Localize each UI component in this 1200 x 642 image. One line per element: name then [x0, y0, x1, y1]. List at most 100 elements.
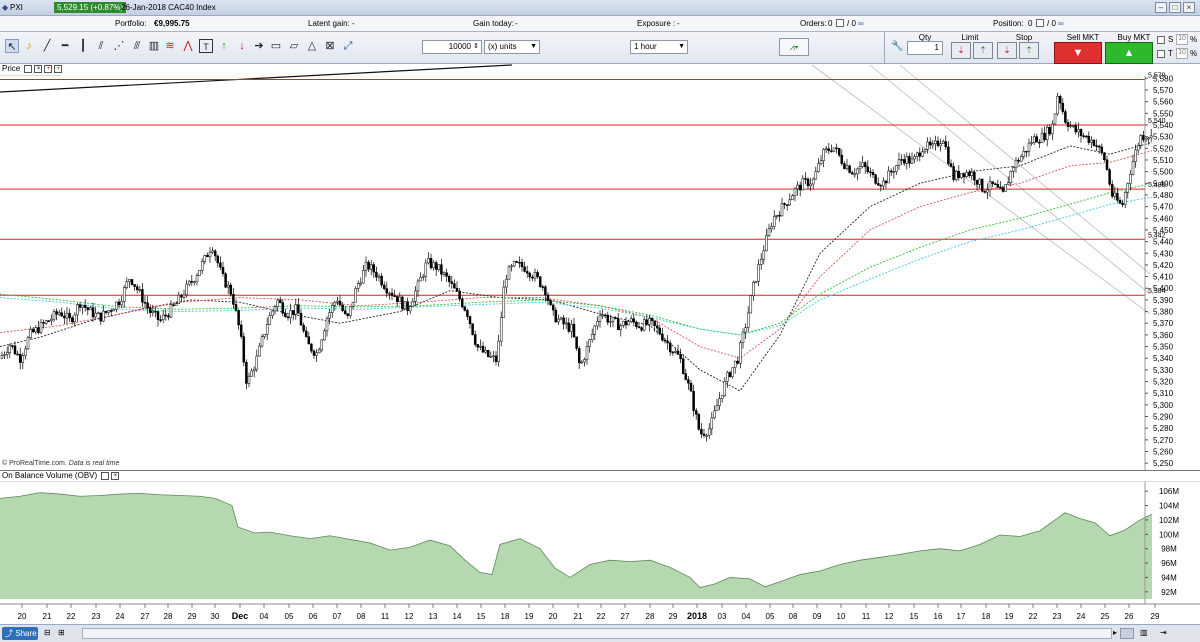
position-list-icon[interactable]: [1036, 19, 1044, 27]
candle-down: [284, 313, 287, 318]
arrow-down-icon[interactable]: ↓: [235, 39, 249, 53]
fan-tool-icon[interactable]: ⋰: [112, 39, 126, 53]
parallel-tool-icon[interactable]: ⫻: [130, 39, 144, 53]
triangle-tool-icon[interactable]: △: [305, 39, 319, 53]
candle-down: [525, 271, 529, 274]
time-tick-label: 23: [92, 612, 101, 621]
cursor-tool-icon[interactable]: ↖: [5, 39, 19, 53]
limit-buy-button[interactable]: ⇡: [973, 42, 993, 59]
fit-icon[interactable]: ▥: [1140, 628, 1148, 637]
horizontal-line-icon[interactable]: ━: [58, 39, 72, 53]
time-tick-label: 26: [1125, 612, 1134, 621]
candle-up: [648, 317, 651, 325]
candle-down: [242, 336, 246, 363]
timeframe-select[interactable]: 1 hour ▼: [630, 40, 688, 54]
arrow-up-icon[interactable]: ↑: [217, 39, 231, 53]
candle-up: [934, 140, 937, 145]
candle-up: [330, 305, 334, 313]
channel-tool-icon[interactable]: ⫽: [94, 39, 108, 53]
candle-down: [700, 429, 703, 435]
stop-sell-button[interactable]: ⇣: [997, 42, 1017, 59]
share-button[interactable]: ⤴ Share: [2, 627, 38, 640]
panel-settings-icon[interactable]: +: [44, 64, 53, 73]
candle-down: [1092, 139, 1096, 146]
candle-up: [1129, 173, 1132, 184]
price-tick-label: 5,360: [1153, 331, 1174, 340]
candle-down: [286, 316, 290, 319]
candle-down: [156, 311, 160, 320]
panel-restore-icon[interactable]: [24, 64, 33, 73]
position-link-icon[interactable]: ∞: [1058, 19, 1064, 28]
spinner-icon[interactable]: ⇕: [473, 41, 479, 53]
candle-down: [614, 317, 617, 320]
alert-bell-icon[interactable]: ♪: [22, 39, 36, 53]
time-tick-label: 2018: [687, 611, 707, 621]
candle-down: [450, 281, 454, 284]
latent-gain-value: -: [352, 19, 355, 28]
candle-up: [24, 348, 27, 356]
wrench-icon[interactable]: 🔧: [891, 41, 903, 52]
s-percent-input[interactable]: 10: [1176, 34, 1188, 45]
fib-fan-icon[interactable]: ⋀: [181, 39, 195, 53]
candle-down: [385, 288, 389, 294]
buy-market-button[interactable]: ▲: [1105, 42, 1153, 64]
vertical-line-icon[interactable]: ┃: [76, 39, 90, 53]
candle-up: [76, 304, 79, 316]
extend-line-icon[interactable]: ⤢: [341, 39, 355, 53]
candle-down: [947, 146, 950, 164]
maximize-button[interactable]: □: [1169, 2, 1181, 13]
zoom-in-icon[interactable]: ⊞: [58, 628, 65, 637]
zoom-tool-icon[interactable]: ⊠: [323, 39, 337, 53]
scroll-thumb[interactable]: [1120, 628, 1134, 639]
close-button[interactable]: ×: [1183, 2, 1195, 13]
candle-up: [1131, 161, 1135, 175]
price-chart[interactable]: 5,5795,5405,4855,4425,394 5,5805,5705,56…: [0, 64, 1200, 624]
limit-sell-button[interactable]: ⇣: [951, 42, 971, 59]
scroll-end-icon[interactable]: ⇥: [1160, 628, 1167, 637]
line-tool-icon[interactable]: ╱: [40, 39, 54, 53]
candle-up: [921, 151, 924, 157]
obv-restore-icon[interactable]: [101, 471, 110, 480]
minimize-button[interactable]: ‒: [1155, 2, 1167, 13]
delete-icon[interactable]: ▥: [147, 39, 161, 53]
orders-list-icon[interactable]: [836, 19, 844, 27]
s-checkbox[interactable]: [1157, 36, 1165, 44]
candle-up: [427, 258, 430, 264]
candle-down: [973, 171, 976, 181]
candle-down: [1035, 136, 1039, 143]
chart-area[interactable]: 5,579 5,540 5,485 5,442 5,394 5,580 5,570 5,56…: [0, 64, 1200, 624]
candle-up: [44, 320, 48, 324]
obv-close-icon[interactable]: ×: [111, 471, 120, 480]
time-scrollbar[interactable]: [82, 628, 1112, 639]
candle-down: [577, 348, 581, 364]
candle-up: [887, 170, 890, 184]
sell-market-button[interactable]: ▼: [1054, 42, 1102, 64]
time-tick-label: 17: [957, 612, 966, 621]
text-tool-icon[interactable]: T: [199, 39, 213, 53]
panel-add-icon[interactable]: +: [54, 64, 63, 73]
qty-input[interactable]: 1: [907, 41, 943, 55]
panel-close-icon[interactable]: ×: [34, 64, 43, 73]
candle-down: [291, 310, 295, 315]
candle-down: [486, 350, 490, 357]
chart-type-icon[interactable]: ⩘▾: [779, 38, 809, 56]
quantity-input[interactable]: 10000 ⇕: [422, 40, 482, 54]
chevron-down-icon: ▼: [678, 43, 685, 50]
candle-up: [559, 317, 563, 320]
candle-up: [707, 428, 711, 436]
orders-link-icon[interactable]: ∞: [858, 19, 864, 28]
candle-up: [1126, 183, 1130, 193]
candle-down: [206, 254, 209, 258]
arrow-right-icon[interactable]: ➔: [252, 39, 266, 53]
t-percent-input[interactable]: 10: [1176, 48, 1188, 59]
rectangle-tool-icon[interactable]: ▭: [269, 39, 283, 53]
candle-down: [13, 345, 17, 355]
stop-buy-button[interactable]: ⇡: [1019, 42, 1039, 59]
candle-down: [840, 154, 844, 164]
fibonacci-icon[interactable]: ≋: [163, 39, 177, 53]
units-select[interactable]: (x) units ▼: [484, 40, 540, 54]
t-checkbox[interactable]: [1157, 50, 1165, 58]
scroll-right-icon[interactable]: ▸: [1113, 628, 1117, 637]
shape-tool-icon[interactable]: ▱: [287, 39, 301, 53]
zoom-out-icon[interactable]: ⊟: [44, 628, 51, 637]
